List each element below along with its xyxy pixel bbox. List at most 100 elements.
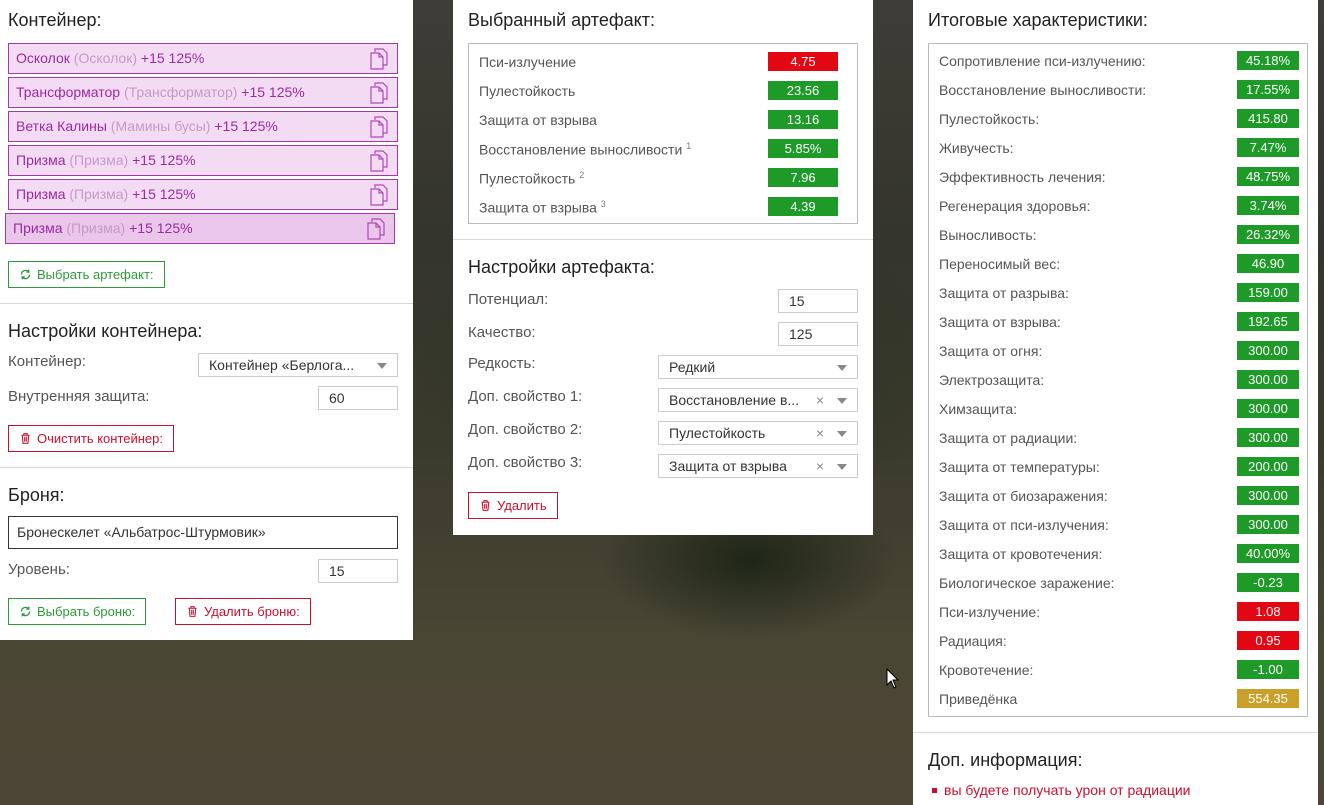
artifact-original-name: (Мамины бусы): [110, 118, 211, 134]
potential-label: Потенциал:: [468, 291, 549, 308]
stat-name: Восстановление выносливости 1: [479, 141, 692, 158]
potential-input[interactable]: 15: [778, 289, 858, 313]
stat-name: Сопротивление пси-излучению:: [939, 53, 1146, 69]
chevron-down-icon: [837, 431, 847, 437]
container-title: Контейнер:: [8, 10, 102, 30]
artifact-item[interactable]: Призма (Призма) +15 125%: [8, 179, 398, 210]
delete-artifact-label: Удалить: [497, 498, 547, 513]
stat-value: 48.75%: [1237, 167, 1299, 186]
delete-armor-button[interactable]: Удалить броню:: [175, 598, 311, 625]
stat-name: Защита от взрыва 3: [479, 199, 606, 216]
totals-title: Итоговые характеристики:: [928, 10, 1148, 30]
total-stat-row: Защита от кровотечения: 40.00%: [929, 540, 1307, 569]
stat-value: 5.85%: [768, 139, 838, 158]
stat-name: Пулестойкость: [479, 83, 576, 99]
extra2-select[interactable]: Пулестойкость ×: [658, 421, 858, 445]
select-armor-button[interactable]: Выбрать броню:: [8, 598, 147, 625]
artifact-name: Ветка Калины: [16, 118, 107, 134]
clear-icon[interactable]: ×: [816, 455, 824, 477]
quality-input[interactable]: 125: [778, 322, 858, 346]
artifact-original-name: (Трансформатор): [123, 84, 238, 100]
stat-value: 4.75: [768, 52, 838, 71]
divider: [913, 732, 1318, 733]
artifact-item[interactable]: Призма (Призма) +15 125%: [5, 213, 395, 244]
middle-panel: Выбранный артефакт: Пси-излучение 4.75 Пул…: [453, 0, 873, 535]
extra3-select[interactable]: Защита от взрыва ×: [658, 454, 858, 478]
artifact-name: Осколок: [16, 50, 70, 66]
armor-field[interactable]: Бронескелет «Альбатрос-Штурмовик»: [8, 516, 398, 549]
document-copy-icon[interactable]: [369, 82, 389, 104]
armor-level-input[interactable]: 15: [318, 559, 398, 583]
artifact-name: Призма: [13, 220, 63, 236]
stat-row: Восстановление выносливости 1 5.85%: [469, 135, 857, 164]
stat-value: 1.08: [1237, 602, 1299, 621]
document-copy-icon[interactable]: [369, 150, 389, 172]
stat-row: Пулестойкость 2 7.96: [469, 164, 857, 193]
container-settings-title: Настройки контейнера:: [8, 321, 203, 341]
artifact-level: +15 125%: [140, 50, 205, 66]
stat-name: Защита от взрыва:: [939, 314, 1061, 330]
stat-value: 40.00%: [1237, 544, 1299, 563]
document-copy-icon[interactable]: [369, 48, 389, 70]
total-stat-row: Защита от температуры: 200.00: [929, 453, 1307, 482]
stat-value: 159.00: [1237, 283, 1299, 302]
stat-value: 300.00: [1237, 486, 1299, 505]
artifact-item[interactable]: Ветка Калины (Мамины бусы) +15 125%: [8, 111, 398, 142]
chevron-down-icon: [837, 398, 847, 404]
document-copy-icon[interactable]: [366, 218, 386, 240]
trash-icon: [481, 500, 490, 511]
protection-input[interactable]: 60: [318, 386, 398, 410]
extra1-select-value: Восстановление в...: [669, 392, 800, 408]
select-armor-label: Выбрать броню:: [37, 604, 136, 619]
info-item: вы будете получать урон от радиации: [931, 782, 1191, 798]
clear-container-button[interactable]: Очистить контейнер:: [8, 425, 174, 452]
stat-value: 300.00: [1237, 370, 1299, 389]
artifact-item[interactable]: Трансформатор (Трансформатор) +15 125%: [8, 77, 398, 108]
clear-icon[interactable]: ×: [816, 389, 824, 411]
delete-armor-label: Удалить броню:: [204, 604, 300, 619]
document-copy-icon[interactable]: [369, 184, 389, 206]
clear-icon[interactable]: ×: [816, 422, 824, 444]
stat-value: 17.55%: [1237, 80, 1299, 99]
stat-name: Электрозащита:: [939, 372, 1045, 388]
total-stat-row: Эффективность лечения: 48.75%: [929, 163, 1307, 192]
extra-info-title: Доп. информация:: [928, 750, 1083, 770]
artifact-item[interactable]: Призма (Призма) +15 125%: [8, 145, 398, 176]
trash-icon: [21, 433, 30, 444]
total-stat-row: Защита от пси-излучения: 300.00: [929, 511, 1307, 540]
stat-name: Восстановление выносливости:: [939, 82, 1147, 98]
artifact-name: Трансформатор: [16, 84, 121, 100]
stat-value: 23.56: [768, 81, 838, 100]
stat-name: Переносимый вес:: [939, 256, 1061, 272]
armor-level-label: Уровень:: [8, 561, 70, 578]
extra3-label: Доп. свойство 3:: [468, 454, 583, 471]
chevron-down-icon: [377, 363, 387, 369]
total-stat-row: Переносимый вес: 46.90: [929, 250, 1307, 279]
container-select[interactable]: Контейнер «Берлога...: [198, 353, 398, 377]
total-stat-row: Электрозащита: 300.00: [929, 366, 1307, 395]
quality-label: Качество:: [468, 324, 536, 341]
stat-value: 3.74%: [1237, 196, 1299, 215]
stat-value: 13.16: [768, 110, 838, 129]
stat-value: 7.47%: [1237, 138, 1299, 157]
stat-value: 7.96: [768, 168, 838, 187]
total-stat-row: Биологическое заражение: -0.23: [929, 569, 1307, 598]
artifact-item[interactable]: Осколок (Осколок) +15 125%: [8, 43, 398, 74]
delete-artifact-button[interactable]: Удалить: [468, 492, 558, 519]
extra1-select[interactable]: Восстановление в... ×: [658, 388, 858, 412]
stat-footnote: 1: [686, 141, 692, 151]
stat-name: Живучесть:: [939, 140, 1014, 156]
stat-footnote: 2: [579, 170, 585, 180]
stat-value: 46.90: [1237, 254, 1299, 273]
rarity-select[interactable]: Редкий: [658, 355, 858, 379]
stat-value: 300.00: [1237, 428, 1299, 447]
total-stat-row: Сопротивление пси-излучению: 45.18%: [929, 47, 1307, 76]
document-copy-icon[interactable]: [369, 116, 389, 138]
stat-name: Регенерация здоровья:: [939, 198, 1091, 214]
stat-value: -0.23: [1237, 573, 1299, 592]
select-artifact-button[interactable]: Выбрать артефакт:: [8, 261, 165, 288]
stat-value: 300.00: [1237, 341, 1299, 360]
artifact-level: +15 125%: [129, 220, 193, 236]
stat-value: 0.95: [1237, 631, 1299, 650]
right-panel: Итоговые характеристики: Сопротивление п…: [913, 0, 1318, 805]
